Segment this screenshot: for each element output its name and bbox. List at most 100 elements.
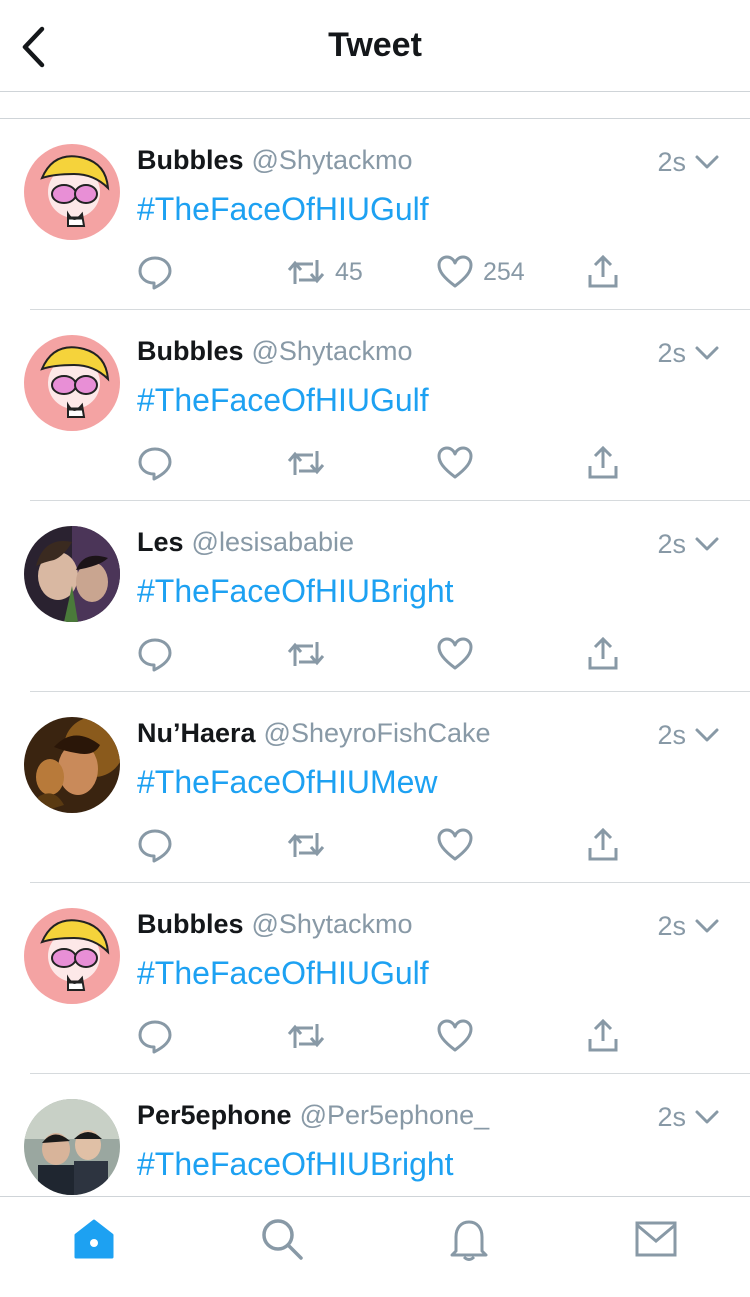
author-line[interactable]: Nu’Haera @SheyroFishCake (137, 718, 491, 749)
author-line[interactable]: Per5ephone @Per5ephone_ (137, 1100, 489, 1131)
like-button[interactable] (437, 1016, 483, 1056)
display-name: Les (137, 527, 184, 557)
action-bar (137, 443, 637, 483)
reply-button[interactable] (137, 1016, 173, 1056)
share-button[interactable] (587, 1016, 619, 1056)
hashtag-link[interactable]: #TheFaceOfHIUGulf (137, 191, 429, 228)
tab-home[interactable] (70, 1215, 118, 1263)
author-line[interactable]: Bubbles @Shytackmo (137, 145, 412, 176)
avatar[interactable] (24, 335, 120, 431)
like-count: 254 (483, 257, 525, 286)
bubbles-avatar-icon (24, 908, 120, 1004)
timestamp: 2s (657, 529, 686, 559)
handle: @Per5ephone_ (299, 1100, 490, 1130)
like-button[interactable] (437, 634, 483, 674)
hashtag-link[interactable]: #TheFaceOfHIUGulf (137, 382, 429, 419)
chevron-down-icon[interactable] (694, 726, 720, 744)
reply-icon (138, 447, 172, 481)
chevron-down-icon[interactable] (694, 344, 720, 362)
chevron-down-icon[interactable] (694, 535, 720, 553)
tweet-item[interactable]: Bubbles @Shytackmo 2s #TheFaceOfHIUGulf (0, 883, 750, 1074)
hashtag-link[interactable]: #TheFaceOfHIUBright (137, 573, 454, 610)
reply-button[interactable] (137, 443, 173, 483)
avatar[interactable] (24, 1099, 120, 1195)
hashtag-link[interactable]: #TheFaceOfHIUBright (137, 1146, 454, 1183)
retweet-count: 45 (335, 257, 363, 286)
tweet-item[interactable]: Nu’Haera @SheyroFishCake 2s #TheFaceOfHIU… (0, 692, 750, 883)
tweet-item[interactable]: Bubbles @Shytackmo 2s #TheFaceOfHIUGulf 4… (0, 119, 750, 310)
avatar[interactable] (24, 526, 120, 622)
share-icon (588, 1019, 618, 1052)
tab-messages[interactable] (632, 1215, 680, 1263)
share-icon (588, 637, 618, 670)
tweet-list: Bubbles @Shytackmo 2s #TheFaceOfHIUGulf 4… (0, 119, 750, 1195)
reply-button[interactable] (137, 634, 173, 674)
handle: @SheyroFishCake (263, 718, 491, 748)
reply-button[interactable] (137, 252, 173, 292)
heart-icon (437, 255, 473, 288)
page-title: Tweet (328, 26, 422, 64)
action-bar (137, 825, 637, 865)
mail-icon (635, 1221, 677, 1257)
retweet-button[interactable]: 45 (287, 252, 363, 292)
reply-icon (138, 829, 172, 863)
chevron-down-icon[interactable] (694, 1108, 720, 1126)
timestamp: 2s (657, 911, 686, 941)
share-button[interactable] (587, 634, 619, 674)
retweet-button[interactable] (287, 1016, 335, 1056)
display-name: Bubbles (137, 336, 244, 366)
retweet-icon (287, 451, 325, 475)
tweet-item[interactable]: Les @lesisababie 2s #TheFaceOfHIUBright (0, 501, 750, 692)
action-bar (137, 634, 637, 674)
handle: @Shytackmo (251, 336, 413, 366)
bubbles-avatar-icon (24, 335, 120, 431)
author-line[interactable]: Bubbles @Shytackmo (137, 909, 412, 940)
avatar[interactable] (24, 717, 120, 813)
avatar[interactable] (24, 908, 120, 1004)
heart-icon (437, 828, 473, 861)
profile-photo-icon (24, 717, 120, 813)
reply-icon (138, 256, 172, 290)
like-button[interactable]: 254 (437, 252, 525, 292)
tweet-item[interactable]: Per5ephone @Per5ephone_ 2s #TheFaceOfHIUB… (0, 1074, 750, 1195)
timestamp: 2s (657, 720, 686, 750)
timestamp: 2s (657, 1102, 686, 1132)
hashtag-link[interactable]: #TheFaceOfHIUGulf (137, 955, 429, 992)
author-line[interactable]: Bubbles @Shytackmo (137, 336, 412, 367)
bottom-tab-bar (0, 1196, 750, 1297)
handle: @Shytackmo (251, 145, 413, 175)
search-icon (262, 1219, 303, 1260)
top-bar: Tweet (0, 0, 750, 92)
reply-button[interactable] (137, 825, 173, 865)
chevron-down-icon[interactable] (694, 153, 720, 171)
share-button[interactable] (587, 252, 619, 292)
share-icon (588, 446, 618, 479)
timestamp: 2s (657, 147, 686, 177)
bell-icon (450, 1220, 488, 1261)
home-icon (74, 1219, 114, 1259)
tweet-item[interactable]: Bubbles @Shytackmo 2s #TheFaceOfHIUGulf (0, 310, 750, 501)
like-button[interactable] (437, 443, 483, 483)
retweet-icon (287, 260, 325, 284)
tab-search[interactable] (258, 1215, 306, 1263)
retweet-button[interactable] (287, 825, 335, 865)
share-button[interactable] (587, 825, 619, 865)
share-button[interactable] (587, 443, 619, 483)
retweet-button[interactable] (287, 443, 335, 483)
like-button[interactable] (437, 825, 483, 865)
reply-icon (138, 1020, 172, 1054)
display-name: Nu’Haera (137, 718, 256, 748)
tab-notifications[interactable] (445, 1215, 493, 1263)
hashtag-link[interactable]: #TheFaceOfHIUMew (137, 764, 438, 801)
reply-icon (138, 638, 172, 672)
profile-photo-icon (24, 526, 120, 622)
chevron-down-icon[interactable] (694, 917, 720, 935)
heart-icon (437, 637, 473, 670)
retweet-icon (287, 642, 325, 666)
share-icon (588, 828, 618, 861)
author-line[interactable]: Les @lesisababie (137, 527, 354, 558)
action-bar: 45 254 (137, 252, 637, 292)
avatar[interactable] (24, 144, 120, 240)
bubbles-avatar-icon (24, 144, 120, 240)
retweet-button[interactable] (287, 634, 335, 674)
